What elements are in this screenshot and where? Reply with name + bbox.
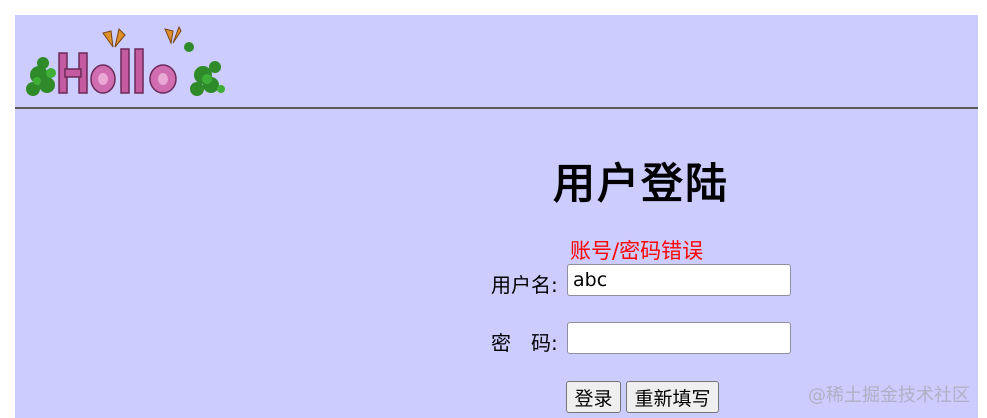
error-message: 账号/密码错误 bbox=[570, 239, 704, 263]
watermark-text: @稀土掘金技术社区 bbox=[808, 385, 970, 406]
page-body: 用户登陆 账号/密码错误 用户名: 密 码: 登录 重新填写 bbox=[15, 15, 978, 418]
header-divider bbox=[15, 107, 978, 109]
username-label: 用户名: bbox=[491, 273, 558, 297]
reset-button[interactable]: 重新填写 bbox=[626, 381, 719, 413]
password-input[interactable] bbox=[567, 322, 791, 354]
hello-logo bbox=[21, 23, 231, 103]
hello-logo-image bbox=[26, 25, 225, 96]
username-input[interactable] bbox=[567, 264, 791, 296]
page-title: 用户登陆 bbox=[553, 159, 730, 208]
password-label: 密 码: bbox=[491, 331, 558, 355]
login-button[interactable]: 登录 bbox=[566, 381, 621, 413]
